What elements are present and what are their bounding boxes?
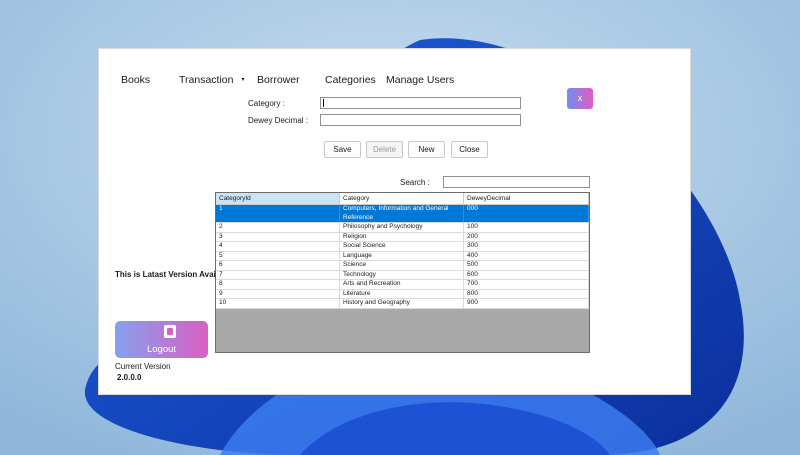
table-cell[interactable]: Computers, Information and General Refer…: [340, 205, 464, 222]
table-cell[interactable]: History and Geography: [340, 299, 464, 308]
app-window: Books Transaction ▾ Borrower Categories M…: [98, 48, 691, 395]
table-cell[interactable]: 4: [216, 242, 340, 251]
table-cell[interactable]: 3: [216, 232, 340, 241]
table-row[interactable]: 2 Philosophy and Psychology 100: [216, 223, 589, 233]
category-input[interactable]: [320, 97, 521, 109]
column-header-categoryid[interactable]: CategoryId: [216, 193, 340, 204]
table-cell[interactable]: 400: [464, 251, 589, 260]
table-row[interactable]: 9 Literature 800: [216, 289, 589, 299]
table-row[interactable]: 8 Arts and Recreation 700: [216, 280, 589, 290]
version-notice: This is Latast Version Avai: [115, 270, 216, 279]
chevron-down-icon: ▾: [241, 77, 245, 83]
logout-label: Logout: [146, 344, 177, 355]
menu-borrower[interactable]: Borrower: [257, 74, 300, 86]
table-cell[interactable]: 10: [216, 299, 340, 308]
table-row[interactable]: 1 Computers, Information and General Refe…: [216, 205, 589, 223]
table-row[interactable]: 4 Social Science 300: [216, 242, 589, 252]
search-input[interactable]: [443, 176, 590, 188]
column-header-category[interactable]: Category: [340, 193, 464, 204]
column-header-deweydecimal[interactable]: DeweyDecimal: [464, 193, 589, 204]
table-cell[interactable]: Social Science: [340, 242, 464, 251]
table-cell[interactable]: 9: [216, 289, 340, 298]
categories-grid[interactable]: CategoryId Category DeweyDecimal 1 Comput…: [215, 192, 590, 353]
table-cell[interactable]: Religion: [340, 232, 464, 241]
menu-transaction-label: Transaction: [179, 74, 234, 86]
table-row[interactable]: 3 Religion 200: [216, 232, 589, 242]
table-cell[interactable]: 300: [464, 242, 589, 251]
table-cell[interactable]: 000: [464, 205, 589, 222]
table-cell[interactable]: 700: [464, 280, 589, 289]
table-row[interactable]: 10 History and Geography 900: [216, 299, 589, 309]
table-cell[interactable]: 600: [464, 270, 589, 279]
table-row[interactable]: 6 Science 500: [216, 261, 589, 271]
table-row[interactable]: 5 Language 400: [216, 251, 589, 261]
logout-icon: [164, 325, 176, 338]
table-cell[interactable]: Philosophy and Psychology: [340, 223, 464, 232]
table-cell[interactable]: 200: [464, 232, 589, 241]
category-label: Category :: [248, 99, 285, 108]
table-cell[interactable]: 500: [464, 261, 589, 270]
close-button[interactable]: Close: [451, 141, 488, 158]
new-button[interactable]: New: [408, 141, 445, 158]
grid-body: 1 Computers, Information and General Refe…: [216, 205, 589, 309]
table-cell[interactable]: 800: [464, 289, 589, 298]
table-cell[interactable]: Language: [340, 251, 464, 260]
logout-button[interactable]: Logout: [115, 321, 208, 358]
menu-manage-users[interactable]: Manage Users: [386, 74, 454, 86]
dewey-decimal-input[interactable]: [320, 114, 521, 126]
menu-bar: Books Transaction ▾ Borrower Categories M…: [99, 71, 690, 89]
dewey-decimal-label: Dewey Decimal :: [248, 116, 309, 125]
delete-button[interactable]: Delete: [366, 141, 403, 158]
table-cell[interactable]: 100: [464, 223, 589, 232]
grid-header: CategoryId Category DeweyDecimal: [216, 193, 589, 205]
current-version-label: Current Version: [115, 362, 171, 371]
table-cell[interactable]: 5: [216, 251, 340, 260]
text-caret: [323, 99, 324, 107]
current-version-value: 2.0.0.0: [117, 373, 142, 382]
table-cell[interactable]: 6: [216, 261, 340, 270]
close-window-button[interactable]: x: [567, 88, 593, 109]
table-cell[interactable]: 2: [216, 223, 340, 232]
search-label: Search :: [400, 178, 430, 187]
table-row[interactable]: 7 Technology 600: [216, 270, 589, 280]
save-button[interactable]: Save: [324, 141, 361, 158]
table-cell[interactable]: Science: [340, 261, 464, 270]
table-cell[interactable]: Literature: [340, 289, 464, 298]
table-cell[interactable]: 900: [464, 299, 589, 308]
table-cell[interactable]: Arts and Recreation: [340, 280, 464, 289]
menu-categories[interactable]: Categories: [325, 74, 376, 86]
table-cell[interactable]: Technology: [340, 270, 464, 279]
table-cell[interactable]: 7: [216, 270, 340, 279]
table-cell[interactable]: 1: [216, 205, 340, 222]
table-cell[interactable]: 8: [216, 280, 340, 289]
menu-transaction[interactable]: Transaction ▾: [179, 74, 244, 86]
menu-books[interactable]: Books: [121, 74, 150, 86]
